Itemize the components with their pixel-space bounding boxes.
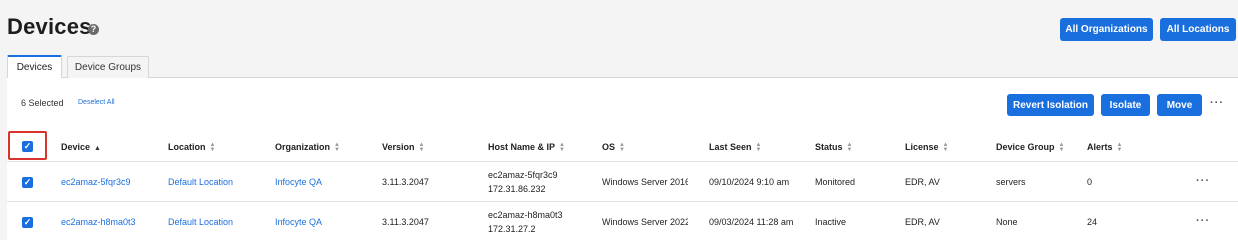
sort-icon: ▲ ▼ (942, 141, 949, 153)
column-os[interactable]: OS ▲ ▼ (602, 142, 625, 153)
organization-link[interactable]: Infocyte QA (275, 217, 322, 227)
deselect-all-link[interactable]: Deselect All (78, 99, 115, 106)
select-all-checkbox[interactable]: ✓ (22, 141, 33, 152)
sort-icon: ▲ ▼ (559, 141, 565, 153)
selected-count: 6 Selected (21, 98, 64, 108)
device-link[interactable]: ec2amaz-5fqr3c9 (61, 177, 131, 187)
hostname-cell: ec2amaz-h8ma0t3 (488, 210, 563, 220)
device-group-cell: servers (996, 177, 1026, 187)
sort-icon: ▲ ▼ (1116, 141, 1123, 153)
column-version[interactable]: Version ▲ ▼ (382, 142, 424, 153)
column-license[interactable]: License ▲ ▼ (905, 142, 948, 153)
sort-icon: ▲ ▼ (334, 141, 340, 153)
status-cell: Monitored (815, 177, 856, 187)
all-locations-button[interactable]: All Locations (1160, 18, 1236, 41)
sort-icon: ▲ ▼ (619, 141, 625, 153)
os-cell: Windows Server 2022 (602, 217, 688, 227)
row-more-icon[interactable]: ··· (1196, 215, 1210, 227)
sort-icon: ▲ ▼ (209, 141, 216, 153)
column-organization[interactable]: Organization ▲ ▼ (275, 142, 340, 153)
ip-cell: 172.31.86.232 (488, 184, 546, 194)
sort-icon: ▲ ▼ (755, 141, 762, 153)
move-button[interactable]: Move (1157, 94, 1202, 116)
help-icon[interactable]: ? (88, 24, 99, 35)
row-divider (7, 201, 1238, 202)
status-cell: Inactive (815, 217, 847, 227)
tab-devices[interactable]: Devices (7, 55, 62, 78)
column-alerts[interactable]: Alerts ▲ ▼ (1087, 142, 1122, 153)
alerts-cell: 0 (1087, 177, 1093, 187)
location-link[interactable]: Default Location (168, 217, 233, 227)
license-cell: EDR, AV (905, 177, 940, 187)
os-cell: Windows Server 2016 (602, 177, 688, 187)
devices-page: Devices ? All Organizations All Location… (0, 0, 1238, 240)
column-device[interactable]: Device ▲ (61, 142, 101, 152)
header-divider (7, 161, 1238, 162)
last-seen-cell: 09/10/2024 9:10 am (709, 177, 790, 187)
version-cell: 3.11.3.2047 (382, 217, 429, 227)
column-device-group[interactable]: Device Group ▲ ▼ (996, 142, 1064, 153)
all-organizations-button[interactable]: All Organizations (1060, 18, 1153, 41)
column-location[interactable]: Location ▲ ▼ (168, 142, 215, 153)
isolate-button[interactable]: Isolate (1101, 94, 1150, 116)
location-link[interactable]: Default Location (168, 177, 233, 187)
column-last-seen[interactable]: Last Seen ▲ ▼ (709, 142, 761, 153)
sort-icon: ▲ ▼ (1058, 141, 1065, 153)
column-status[interactable]: Status ▲ ▼ (815, 142, 852, 153)
license-cell: EDR, AV (905, 217, 940, 227)
tab-device-groups[interactable]: Device Groups (67, 56, 149, 78)
last-seen-cell: 09/03/2024 11:28 am (709, 217, 794, 227)
row-checkbox[interactable]: ✓ (22, 177, 33, 188)
hostname-cell: ec2amaz-5fqr3c9 (488, 170, 558, 180)
device-link[interactable]: ec2amaz-h8ma0t3 (61, 217, 136, 227)
page-title: Devices (7, 14, 92, 39)
row-more-icon[interactable]: ··· (1196, 175, 1210, 187)
more-actions-icon[interactable]: ··· (1210, 97, 1224, 109)
device-group-cell: None (996, 217, 1018, 227)
column-hostname-ip[interactable]: Host Name & IP ▲ ▼ (488, 142, 565, 153)
sort-asc-icon: ▲ (94, 145, 101, 152)
organization-link[interactable]: Infocyte QA (275, 177, 322, 187)
revert-isolation-button[interactable]: Revert Isolation (1007, 94, 1094, 116)
version-cell: 3.11.3.2047 (382, 177, 429, 187)
row-checkbox[interactable]: ✓ (22, 217, 33, 228)
alerts-cell: 24 (1087, 217, 1098, 227)
sort-icon: ▲ ▼ (418, 141, 425, 153)
ip-cell: 172.31.27.2 (488, 224, 536, 234)
sort-icon: ▲ ▼ (846, 141, 853, 153)
